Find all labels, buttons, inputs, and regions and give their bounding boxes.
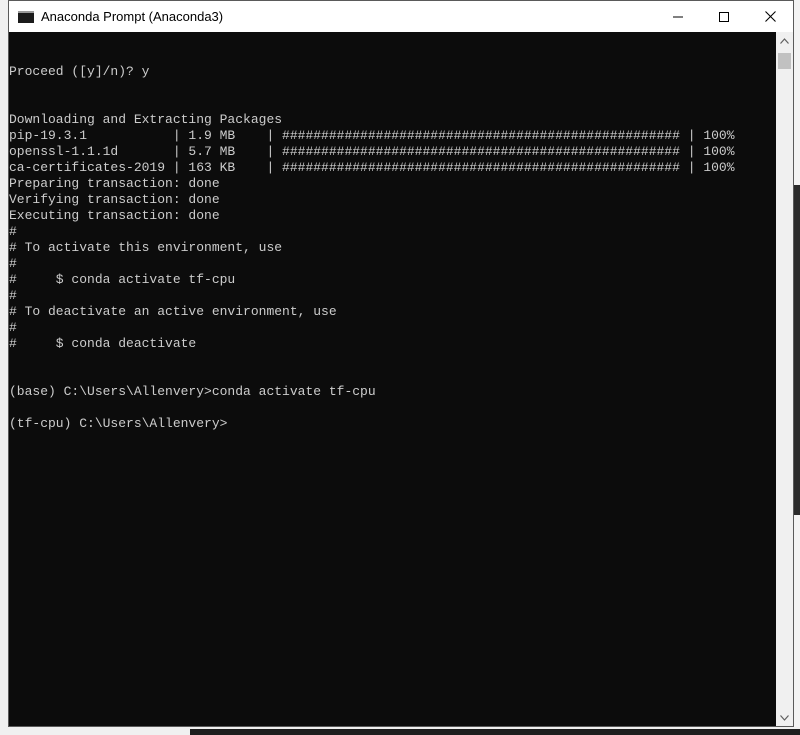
vertical-scrollbar[interactable]: [776, 32, 793, 726]
console-line: Downloading and Extracting Packages: [9, 112, 283, 127]
close-button[interactable]: [747, 1, 793, 32]
console-line: #: [9, 288, 17, 303]
maximize-icon: [719, 11, 729, 22]
console-app-icon[interactable]: [18, 10, 34, 23]
console-line: openssl-1.1.1d | 5.7 MB | ##############…: [9, 144, 735, 159]
close-icon: [764, 11, 776, 22]
console-line: Preparing transaction: done: [9, 176, 220, 191]
minimize-icon: [673, 16, 683, 17]
maximize-button[interactable]: [701, 1, 747, 32]
console-line: Verifying transaction: done: [9, 192, 220, 207]
chevron-down-icon: [780, 714, 789, 721]
console-lines: Proceed ([y]/n)? y Downloading and Extrac…: [9, 64, 735, 432]
window-title: Anaconda Prompt (Anaconda3): [41, 9, 224, 24]
console-line: #: [9, 320, 17, 335]
console-output-area[interactable]: Proceed ([y]/n)? y Downloading and Extrac…: [9, 32, 776, 726]
chevron-up-icon: [780, 37, 789, 44]
scroll-down-button[interactable]: [776, 709, 793, 726]
console-line: # To deactivate an active environment, u…: [9, 304, 337, 319]
background-taskbar-edge: [190, 729, 800, 735]
console-window: Anaconda Prompt (Anaconda3) Proceed ([y]…: [8, 0, 794, 727]
console-line: # $ conda deactivate: [9, 336, 197, 351]
console-line: #: [9, 256, 17, 271]
console-line: (base) C:\Users\Allenvery>conda activate…: [9, 384, 376, 399]
title-bar[interactable]: Anaconda Prompt (Anaconda3): [9, 1, 793, 32]
background-window-edge-right-dark: [794, 185, 800, 515]
console-line: (tf-cpu) C:\Users\Allenvery>: [9, 416, 228, 431]
minimize-button[interactable]: [655, 1, 701, 32]
console-line: # $ conda activate tf-cpu: [9, 272, 236, 287]
console-line: # To activate this environment, use: [9, 240, 283, 255]
scroll-up-button[interactable]: [776, 32, 793, 49]
console-line: Proceed ([y]/n)? y: [9, 64, 150, 79]
window-controls: [655, 1, 793, 32]
console-line: ca-certificates-2019 | 163 KB | ########…: [9, 160, 735, 175]
scrollbar-thumb[interactable]: [778, 53, 791, 69]
console-line: Executing transaction: done: [9, 208, 220, 223]
console-line: pip-19.3.1 | 1.9 MB | ##################…: [9, 128, 735, 143]
console-line: #: [9, 224, 17, 239]
